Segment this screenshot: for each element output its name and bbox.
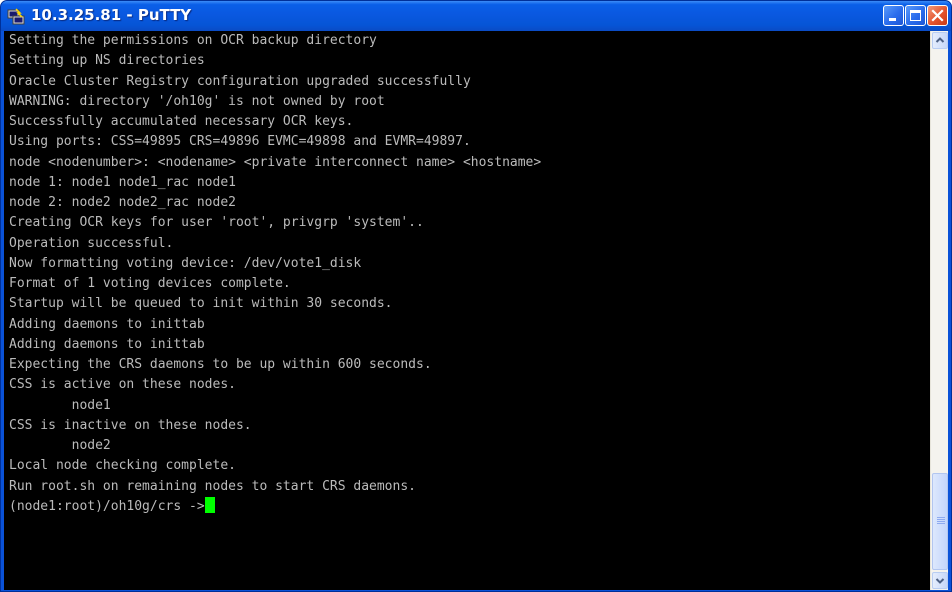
title-bar[interactable]: 10.3.25.81 - PuTTY (1, 1, 951, 31)
terminal-line: CSS is inactive on these nodes. (9, 417, 252, 433)
terminal-line: Setting up NS directories (9, 53, 205, 69)
terminal-line: WARNING: directory '/oh10g' is not owned… (9, 93, 385, 109)
terminal-line: Expecting the CRS daemons to be up withi… (9, 357, 432, 372)
terminal-line: Creating OCR keys for user 'root', privg… (9, 215, 424, 231)
close-icon (931, 9, 944, 22)
terminal-area[interactable]: Setting the permissions on OCR backup di… (4, 31, 948, 590)
minimize-button[interactable] (883, 5, 904, 26)
terminal-cursor (204, 496, 215, 513)
thumb-grip-line (937, 519, 945, 520)
terminal-line: node 1: node1 node1_rac node1 (9, 174, 236, 190)
terminal-line: Adding daemons to inittab (9, 336, 205, 352)
scroll-up-button[interactable] (932, 32, 948, 49)
terminal-line: node2 (9, 438, 111, 453)
terminal-line: CSS is active on these nodes. (9, 377, 236, 393)
terminal-line: Adding daemons to inittab (9, 316, 205, 332)
terminal-line: Using ports: CSS=49895 CRS=49896 EVMC=49… (9, 134, 471, 150)
terminal-line: Format of 1 voting devices complete. (9, 276, 291, 291)
maximize-icon (910, 10, 921, 21)
terminal-line: node <nodenumber>: <nodename> <private i… (9, 154, 542, 170)
thumb-grip-line (937, 521, 945, 522)
terminal-line: Run root.sh on remaining nodes to start … (9, 478, 416, 494)
minimize-icon (889, 18, 896, 21)
scrollbar-thumb[interactable] (932, 473, 948, 570)
window-title: 10.3.25.81 - PuTTY (31, 6, 192, 24)
scroll-down-arrow-icon (935, 578, 945, 584)
terminal-line: node 2: node2 node2_rac node2 (9, 195, 236, 210)
terminal-line: node1 (9, 397, 111, 413)
terminal-line: Oracle Cluster Registry configuration up… (9, 73, 471, 89)
scroll-down-button[interactable] (932, 572, 948, 589)
scroll-up-arrow-icon (935, 37, 945, 43)
terminal-output: Setting the permissions on OCR backup di… (9, 31, 924, 590)
terminal-line: Setting the permissions on OCR backup di… (9, 33, 377, 48)
putty-window: 10.3.25.81 - PuTTY Setting the permissio… (0, 0, 952, 592)
thumb-grip-line (937, 517, 945, 518)
maximize-button[interactable] (905, 5, 926, 26)
thumb-grip-line (937, 523, 945, 524)
terminal-line: Now formatting voting device: /dev/vote1… (9, 255, 362, 271)
terminal-line: Local node checking complete. (9, 458, 236, 474)
putty-icon[interactable] (7, 7, 25, 25)
terminal-line: Startup will be queued to init within 30… (9, 296, 393, 312)
shell-prompt: (node1:root)/oh10g/crs -> (9, 498, 205, 514)
terminal-line: Operation successful. (9, 235, 174, 251)
terminal-line: Successfully accumulated necessary OCR k… (9, 114, 354, 129)
close-button[interactable] (927, 5, 948, 26)
vertical-scrollbar[interactable] (930, 31, 948, 590)
terminal-prompt-line: (node1:root)/oh10g/crs -> (9, 496, 924, 517)
